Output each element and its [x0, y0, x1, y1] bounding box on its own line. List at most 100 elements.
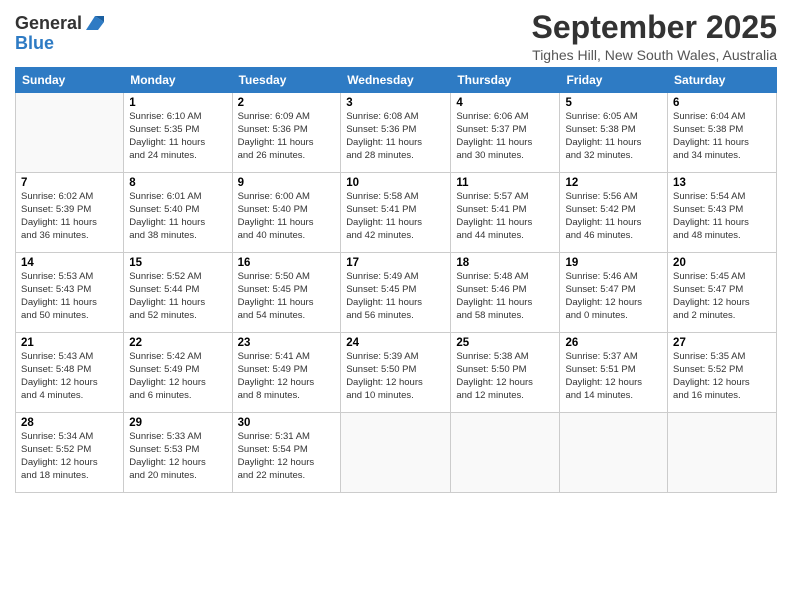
logo: General Blue: [15, 14, 106, 54]
calendar-week-1: 1 Sunrise: 6:10 AM Sunset: 5:35 PM Daylig…: [16, 93, 777, 173]
calendar-cell: 21 Sunrise: 5:43 AM Sunset: 5:48 PM Dayli…: [16, 333, 124, 413]
day-number: 9: [238, 177, 336, 189]
calendar-cell: [668, 413, 777, 493]
calendar-cell: 26 Sunrise: 5:37 AM Sunset: 5:51 PM Dayli…: [560, 333, 668, 413]
day-number: 24: [346, 337, 445, 349]
day-info: Sunrise: 6:00 AM Sunset: 5:40 PM Dayligh…: [238, 191, 336, 242]
day-number: 11: [456, 177, 554, 189]
day-info: Sunrise: 5:42 AM Sunset: 5:49 PM Dayligh…: [129, 351, 226, 402]
day-info: Sunrise: 5:41 AM Sunset: 5:49 PM Dayligh…: [238, 351, 336, 402]
calendar-cell: [16, 93, 124, 173]
calendar-cell: 4 Sunrise: 6:06 AM Sunset: 5:37 PM Daylig…: [451, 93, 560, 173]
day-number: 16: [238, 257, 336, 269]
calendar-cell: 29 Sunrise: 5:33 AM Sunset: 5:53 PM Dayli…: [124, 413, 232, 493]
calendar-cell: 27 Sunrise: 5:35 AM Sunset: 5:52 PM Dayli…: [668, 333, 777, 413]
calendar-cell: 6 Sunrise: 6:04 AM Sunset: 5:38 PM Daylig…: [668, 93, 777, 173]
calendar-cell: 20Sunrise: 5:45 AM Sunset: 5:47 PM Dayli…: [668, 253, 777, 333]
calendar-cell: 28 Sunrise: 5:34 AM Sunset: 5:52 PM Dayli…: [16, 413, 124, 493]
day-number: 27: [673, 337, 771, 349]
header-row-days: Sunday Monday Tuesday Wednesday Thursday…: [16, 68, 777, 93]
day-info: Sunrise: 5:50 AM Sunset: 5:45 PM Dayligh…: [238, 271, 336, 322]
page-container: General Blue September 2025 Tighes Hill,…: [0, 0, 792, 503]
calendar-cell: 19Sunrise: 5:46 AM Sunset: 5:47 PM Dayli…: [560, 253, 668, 333]
day-info: Sunrise: 5:58 AM Sunset: 5:41 PM Dayligh…: [346, 191, 445, 242]
day-info: Sunrise: 6:05 AM Sunset: 5:38 PM Dayligh…: [565, 111, 662, 162]
day-number: 29: [129, 417, 226, 429]
day-info: Sunrise: 5:52 AM Sunset: 5:44 PM Dayligh…: [129, 271, 226, 322]
day-info: Sunrise: 5:53 AM Sunset: 5:43 PM Dayligh…: [21, 271, 118, 322]
day-number: 25: [456, 337, 554, 349]
col-tuesday: Tuesday: [232, 68, 341, 93]
col-friday: Friday: [560, 68, 668, 93]
calendar-body: 1 Sunrise: 6:10 AM Sunset: 5:35 PM Daylig…: [16, 93, 777, 493]
calendar-week-3: 14 Sunrise: 5:53 AM Sunset: 5:43 PM Dayli…: [16, 253, 777, 333]
day-info: Sunrise: 5:56 AM Sunset: 5:42 PM Dayligh…: [565, 191, 662, 242]
title-block: September 2025 Tighes Hill, New South Wa…: [532, 10, 777, 63]
day-info: Sunrise: 5:35 AM Sunset: 5:52 PM Dayligh…: [673, 351, 771, 402]
calendar-cell: 25 Sunrise: 5:38 AM Sunset: 5:50 PM Dayli…: [451, 333, 560, 413]
day-number: 7: [21, 177, 118, 189]
day-info: Sunrise: 6:09 AM Sunset: 5:36 PM Dayligh…: [238, 111, 336, 162]
calendar-cell: 9 Sunrise: 6:00 AM Sunset: 5:40 PM Daylig…: [232, 173, 341, 253]
day-info: Sunrise: 5:33 AM Sunset: 5:53 PM Dayligh…: [129, 431, 226, 482]
day-info: Sunrise: 5:46 AM Sunset: 5:47 PM Dayligh…: [565, 271, 662, 322]
day-info: Sunrise: 5:34 AM Sunset: 5:52 PM Dayligh…: [21, 431, 118, 482]
col-saturday: Saturday: [668, 68, 777, 93]
calendar-cell: 17 Sunrise: 5:49 AM Sunset: 5:45 PM Dayli…: [341, 253, 451, 333]
location-title: Tighes Hill, New South Wales, Australia: [532, 47, 777, 63]
calendar-cell: [560, 413, 668, 493]
day-number: 15: [129, 257, 226, 269]
day-info: Sunrise: 6:02 AM Sunset: 5:39 PM Dayligh…: [21, 191, 118, 242]
calendar-cell: 24Sunrise: 5:39 AM Sunset: 5:50 PM Dayli…: [341, 333, 451, 413]
month-title: September 2025: [532, 10, 777, 45]
day-number: 1: [129, 97, 226, 109]
day-info: Sunrise: 6:04 AM Sunset: 5:38 PM Dayligh…: [673, 111, 771, 162]
day-info: Sunrise: 5:38 AM Sunset: 5:50 PM Dayligh…: [456, 351, 554, 402]
calendar-cell: 15 Sunrise: 5:52 AM Sunset: 5:44 PM Dayli…: [124, 253, 232, 333]
calendar-cell: 12Sunrise: 5:56 AM Sunset: 5:42 PM Dayli…: [560, 173, 668, 253]
calendar-week-4: 21 Sunrise: 5:43 AM Sunset: 5:48 PM Dayli…: [16, 333, 777, 413]
day-info: Sunrise: 6:10 AM Sunset: 5:35 PM Dayligh…: [129, 111, 226, 162]
day-number: 17: [346, 257, 445, 269]
day-number: 5: [565, 97, 662, 109]
day-number: 30: [238, 417, 336, 429]
calendar-cell: 13 Sunrise: 5:54 AM Sunset: 5:43 PM Dayli…: [668, 173, 777, 253]
day-info: Sunrise: 5:54 AM Sunset: 5:43 PM Dayligh…: [673, 191, 771, 242]
day-info: Sunrise: 5:49 AM Sunset: 5:45 PM Dayligh…: [346, 271, 445, 322]
day-number: 3: [346, 97, 445, 109]
calendar-cell: 22Sunrise: 5:42 AM Sunset: 5:49 PM Dayli…: [124, 333, 232, 413]
calendar-cell: 10 Sunrise: 5:58 AM Sunset: 5:41 PM Dayli…: [341, 173, 451, 253]
day-number: 18: [456, 257, 554, 269]
calendar-cell: 5 Sunrise: 6:05 AM Sunset: 5:38 PM Daylig…: [560, 93, 668, 173]
header-row: General Blue September 2025 Tighes Hill,…: [15, 10, 777, 63]
calendar-cell: 16 Sunrise: 5:50 AM Sunset: 5:45 PM Dayli…: [232, 253, 341, 333]
col-thursday: Thursday: [451, 68, 560, 93]
day-number: 4: [456, 97, 554, 109]
day-number: 8: [129, 177, 226, 189]
day-number: 26: [565, 337, 662, 349]
day-number: 13: [673, 177, 771, 189]
calendar-table: Sunday Monday Tuesday Wednesday Thursday…: [15, 67, 777, 493]
calendar-cell: 14 Sunrise: 5:53 AM Sunset: 5:43 PM Dayli…: [16, 253, 124, 333]
day-number: 14: [21, 257, 118, 269]
day-number: 21: [21, 337, 118, 349]
calendar-cell: 11Sunrise: 5:57 AM Sunset: 5:41 PM Dayli…: [451, 173, 560, 253]
day-info: Sunrise: 5:37 AM Sunset: 5:51 PM Dayligh…: [565, 351, 662, 402]
calendar-cell: [341, 413, 451, 493]
day-number: 2: [238, 97, 336, 109]
logo-general: General: [15, 14, 82, 34]
day-number: 28: [21, 417, 118, 429]
calendar-cell: [451, 413, 560, 493]
day-info: Sunrise: 6:06 AM Sunset: 5:37 PM Dayligh…: [456, 111, 554, 162]
calendar-cell: 2 Sunrise: 6:09 AM Sunset: 5:36 PM Daylig…: [232, 93, 341, 173]
col-sunday: Sunday: [16, 68, 124, 93]
day-number: 20: [673, 257, 771, 269]
calendar-cell: 30Sunrise: 5:31 AM Sunset: 5:54 PM Dayli…: [232, 413, 341, 493]
logo-icon: [84, 12, 106, 34]
day-number: 10: [346, 177, 445, 189]
day-info: Sunrise: 5:48 AM Sunset: 5:46 PM Dayligh…: [456, 271, 554, 322]
calendar-cell: 23Sunrise: 5:41 AM Sunset: 5:49 PM Dayli…: [232, 333, 341, 413]
day-info: Sunrise: 5:43 AM Sunset: 5:48 PM Dayligh…: [21, 351, 118, 402]
day-number: 6: [673, 97, 771, 109]
calendar-cell: 8Sunrise: 6:01 AM Sunset: 5:40 PM Daylig…: [124, 173, 232, 253]
